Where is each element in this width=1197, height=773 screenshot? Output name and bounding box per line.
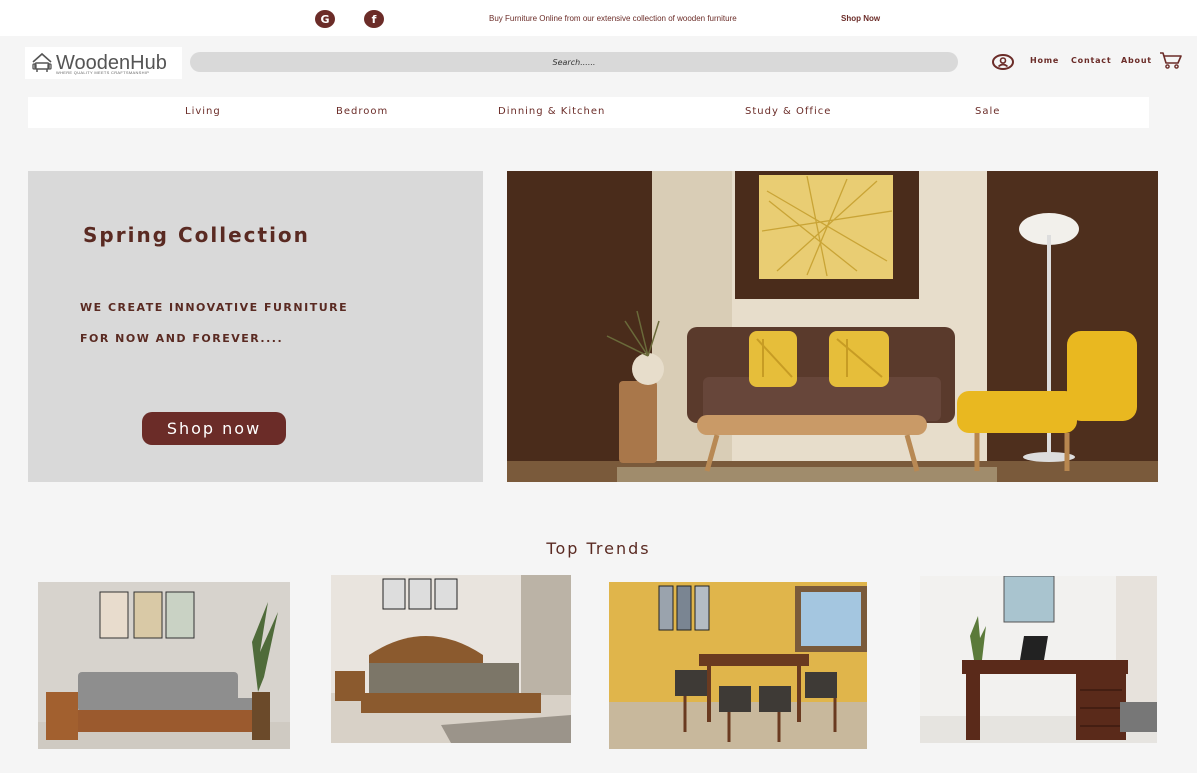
category-living[interactable]: Living (185, 106, 221, 117)
logo-tagline: WHERE QUALITY MEETS CRAFTSMANSHIP (56, 70, 150, 75)
top-bar: G f Buy Furniture Online from our extens… (0, 0, 1197, 36)
nav-home[interactable]: Home (1030, 56, 1059, 65)
hero-panel: Spring Collection WE CREATE INNOVATIVE F… (28, 171, 483, 482)
facebook-icon[interactable]: f (364, 10, 384, 28)
search-input[interactable] (190, 52, 958, 72)
study-desk-image[interactable] (920, 576, 1157, 743)
hero-tagline-1: WE CREATE INNOVATIVE FURNITURE (80, 301, 349, 314)
dining-set-image[interactable] (609, 582, 867, 749)
hero-title: Spring Collection (83, 223, 310, 247)
shop-now-button[interactable]: Shop now (142, 412, 286, 445)
google-icon[interactable]: G (315, 10, 335, 28)
category-nav: Living Bedroom Dinning & Kitchen Study &… (28, 97, 1149, 128)
hero-tagline-2: FOR NOW AND FOREVER.... (80, 332, 284, 345)
sofa-logo-icon (32, 52, 52, 72)
category-study-office[interactable]: Study & Office (745, 106, 831, 117)
category-dining-kitchen[interactable]: Dinning & Kitchen (498, 106, 605, 117)
wooden-sofa-image[interactable] (38, 582, 290, 749)
promo-text: Buy Furniture Online from our extensive … (489, 14, 737, 23)
logo[interactable]: WoodenHub WHERE QUALITY MEETS CRAFTSMANS… (25, 47, 182, 79)
nav-contact[interactable]: Contact (1071, 56, 1111, 65)
nav-about[interactable]: About (1121, 56, 1152, 65)
category-sale[interactable]: Sale (975, 106, 1000, 117)
user-icon[interactable] (992, 54, 1014, 70)
shop-now-link[interactable]: Shop Now (841, 14, 880, 23)
wooden-bed-image[interactable] (331, 575, 571, 743)
cart-icon[interactable] (1159, 51, 1183, 69)
trends-title: Top Trends (546, 539, 651, 558)
category-bedroom[interactable]: Bedroom (336, 106, 388, 117)
hero-living-room-image (507, 171, 1158, 482)
